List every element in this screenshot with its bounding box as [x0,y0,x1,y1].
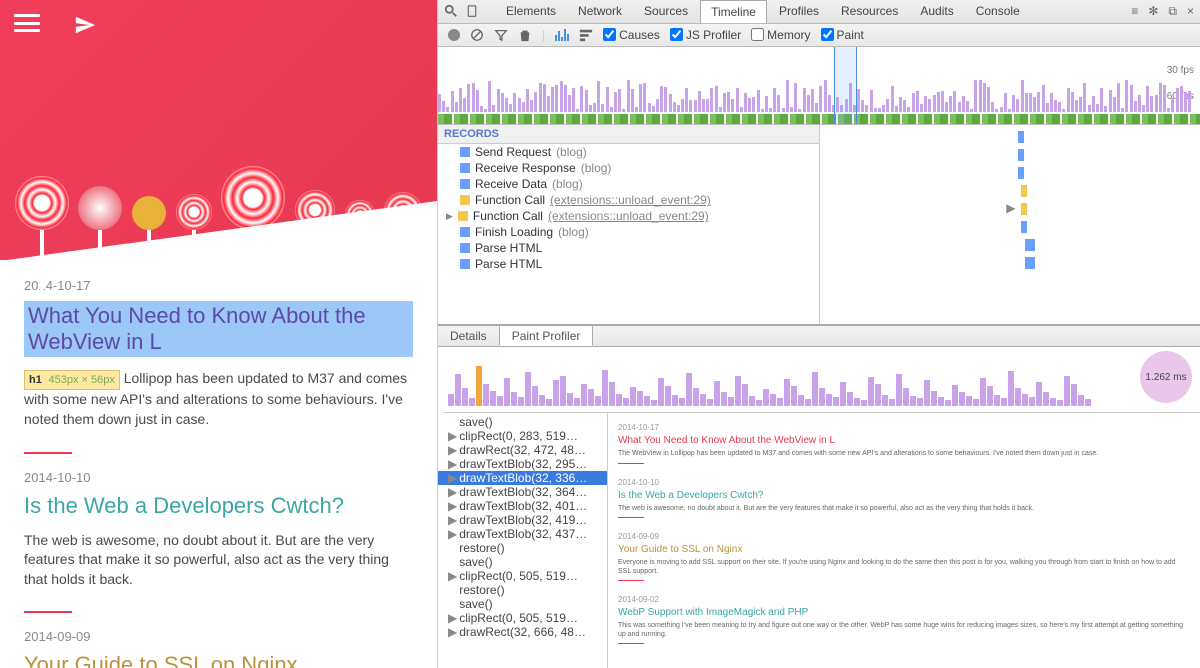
devtools-tabs: Elements Network Sources Timeline Profil… [496,0,1030,23]
drawcall-row[interactable]: ▶save() [438,597,607,611]
flame-chart-icon[interactable] [579,28,593,42]
tab-resources[interactable]: Resources [831,0,908,23]
tab-console[interactable]: Console [966,0,1030,23]
drawcall-row[interactable]: ▶save() [438,415,607,429]
paint-profiler-chart[interactable]: 1.262 ms [444,353,1200,413]
divider [24,452,72,454]
drawcall-row[interactable]: ▶drawTextBlob(32, 401… [438,499,607,513]
filter-icon[interactable] [494,28,508,42]
check-causes[interactable]: Causes [603,28,660,42]
search-icon[interactable] [444,4,460,20]
record-button[interactable] [448,29,460,41]
drawcall-row[interactable]: ▶restore() [438,583,607,597]
paint-preview: 2014-10-17What You Need to Know About th… [608,413,1200,668]
drawcall-row[interactable]: ▶drawRect(32, 666, 48… [438,625,607,639]
drawcall-row[interactable]: ▶drawTextBlob(32, 437… [438,527,607,541]
divider [24,611,72,613]
preview-post: 2014-10-17What You Need to Know About th… [618,423,1190,463]
post-excerpt: h1 453px × 56px Lollipop has been update… [24,369,413,430]
tab-audits[interactable]: Audits [910,0,963,23]
tab-network[interactable]: Network [568,0,632,23]
drawcall-row[interactable]: ▶clipRect(0, 505, 519… [438,569,607,583]
check-js-profiler[interactable]: JS Profiler [670,28,741,42]
drawcall-row[interactable]: ▶drawTextBlob(32, 295… [438,457,607,471]
inspected-page: 2014-10-17 What You Need to Know About t… [0,0,437,668]
check-paint[interactable]: Paint [821,28,864,42]
garbage-icon[interactable] [518,28,532,42]
record-row[interactable]: Finish Loading (blog) [438,224,819,240]
record-row[interactable]: ▶Function Call (extensions::unload_event… [438,208,819,224]
preview-post: 2014-09-02WebP Support with ImageMagick … [618,595,1190,644]
tab-sources[interactable]: Sources [634,0,698,23]
tab-timeline[interactable]: Timeline [700,0,767,23]
lollipops-decoration [0,40,437,260]
drawcall-row[interactable]: ▶drawTextBlob(32, 419… [438,513,607,527]
post-title-highlighted[interactable]: What You Need to Know About the WebView … [24,301,413,357]
drawcall-row[interactable]: ▶drawRect(32, 472, 48… [438,443,607,457]
records-header: RECORDS [438,125,819,144]
preview-post: 2014-10-10Is the Web a Developers Cwtch?… [618,478,1190,518]
post-title[interactable]: Is the Web a Developers Cwtch? [24,493,413,519]
close-icon[interactable]: × [1187,4,1194,19]
drawer-icon[interactable]: ≡ [1131,4,1138,19]
devtools-panel: Elements Network Sources Timeline Profil… [437,0,1200,668]
check-memory[interactable]: Memory [751,28,810,42]
post-title[interactable]: Your Guide to SSL on Nginx [24,652,413,668]
article-list: 2014-10-17 What You Need to Know About t… [0,260,437,668]
records-list: RECORDS Send Request (blog)Receive Respo… [438,125,820,324]
drawcall-row[interactable]: ▶clipRect(0, 505, 519… [438,611,607,625]
subtab-details[interactable]: Details [438,326,499,346]
records-pane: RECORDS Send Request (blog)Receive Respo… [438,125,1200,325]
post-date: 2014-09-09 [24,629,413,644]
drawcall-row[interactable]: ▶restore() [438,541,607,555]
records-flamechart[interactable]: ▶ [820,125,1200,324]
drawcall-row[interactable]: ▶drawTextBlob(32, 336… [438,471,607,485]
paint-time-badge: 1.262 ms [1140,351,1192,403]
post-excerpt: The web is awesome, no doubt about it. B… [24,531,413,590]
record-row[interactable]: Parse HTML [438,256,819,272]
settings-icon[interactable]: ✻ [1148,4,1158,19]
hero-image [0,0,437,260]
dock-icon[interactable]: ⧉ [1168,4,1177,19]
timeline-overview[interactable]: 30 fps 60 fps [438,47,1200,126]
tab-elements[interactable]: Elements [496,0,566,23]
post-date: 2014-10-17 [24,278,413,293]
device-icon[interactable] [466,4,482,20]
details-subtabs: Details Paint Profiler [438,325,1200,347]
draw-commands-list[interactable]: ▶save()▶clipRect(0, 283, 519…▶drawRect(3… [438,413,608,668]
view-mode-bars-icon[interactable] [555,29,569,41]
clear-icon[interactable] [470,28,484,42]
subtab-paint-profiler[interactable]: Paint Profiler [499,326,594,346]
dimension-tooltip: h1 453px × 56px [24,370,120,390]
devtools-topbar: Elements Network Sources Timeline Profil… [438,0,1200,24]
paper-plane-icon[interactable] [74,14,96,36]
record-row[interactable]: Receive Response (blog) [438,160,819,176]
paint-profiler: 1.262 ms ▶save()▶clipRect(0, 283, 519…▶d… [438,347,1200,668]
preview-post: 2014-09-09Your Guide to SSL on NginxEver… [618,532,1190,581]
tab-profiles[interactable]: Profiles [769,0,829,23]
record-row[interactable]: Receive Data (blog) [438,176,819,192]
drawcall-row[interactable]: ▶save() [438,555,607,569]
timeline-toolbar: | Causes JS Profiler Memory Paint [438,24,1200,47]
drawcall-row[interactable]: ▶drawTextBlob(32, 364… [438,485,607,499]
record-row[interactable]: Function Call (extensions::unload_event:… [438,192,819,208]
record-row[interactable]: Send Request (blog) [438,144,819,160]
menu-icon[interactable] [14,14,40,32]
drawcall-row[interactable]: ▶clipRect(0, 283, 519… [438,429,607,443]
record-row[interactable]: Parse HTML [438,240,819,256]
post-date: 2014-10-10 [24,470,413,485]
